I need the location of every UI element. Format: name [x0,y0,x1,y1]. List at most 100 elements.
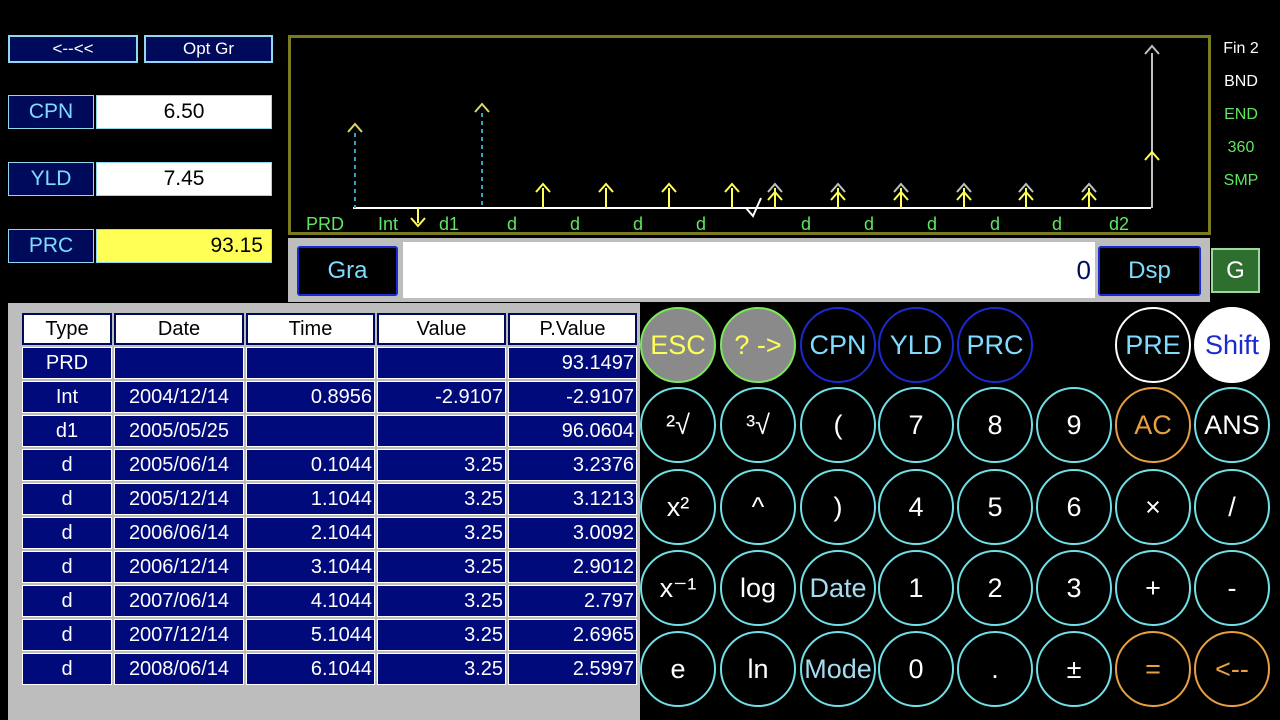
key-shift[interactable]: Shift [1194,307,1270,383]
cell-date: 2006/06/14 [114,517,244,549]
g-button[interactable]: G [1211,248,1260,293]
key-0[interactable]: 0 [878,631,954,707]
status-end: END [1224,106,1258,123]
key-ans[interactable]: ANS [1194,387,1270,463]
cashflow-graph-canvas: PRD Int d1 d d d d d d d d d d2 [306,44,1160,232]
col-value-header: Value [377,313,506,345]
table-row[interactable]: PRD 93.1497 [22,347,637,379]
cell-pvalue: 3.0092 [508,517,637,549]
prd-flow-arrow-head [347,122,363,133]
yld-field[interactable]: 7.45 [96,162,272,196]
key-prc[interactable]: PRC [957,307,1033,383]
cell-type: Int [22,381,112,413]
key-ln[interactable]: ln [720,631,796,707]
graph-label: d [1052,214,1062,232]
key-6[interactable]: 6 [1036,469,1112,545]
key-4[interactable]: 4 [878,469,954,545]
table-row[interactable]: d1 2005/05/25 96.0604 [22,415,637,447]
graph-label: d1 [439,214,459,232]
key-2root[interactable]: ²√ [640,387,716,463]
table-row[interactable]: d 2006/06/14 2.1044 3.25 3.0092 [22,517,637,549]
cell-value: -2.9107 [377,381,506,413]
status-bond: BND [1224,73,1258,90]
key-minus[interactable]: - [1194,550,1270,626]
key-dot[interactable]: . [957,631,1033,707]
cell-pvalue: 2.6965 [508,619,637,651]
graph-label: PRD [306,214,344,232]
key-ac[interactable]: AC [1115,387,1191,463]
table-row[interactable]: Int 2004/12/14 0.8956 -2.9107 -2.9107 [22,381,637,413]
key-2[interactable]: 2 [957,550,1033,626]
key-divide[interactable]: / [1194,469,1270,545]
key-esc[interactable]: ESC [640,307,716,383]
table-row[interactable]: d 2006/12/14 3.1044 3.25 2.9012 [22,551,637,583]
cell-pvalue: 3.1213 [508,483,637,515]
cell-time: 4.1044 [246,585,375,617]
dsp-button[interactable]: Dsp [1098,246,1201,296]
key-1[interactable]: 1 [878,550,954,626]
key-yld[interactable]: YLD [878,307,954,383]
key-5[interactable]: 5 [957,469,1033,545]
key-lparen[interactable]: ( [800,387,876,463]
cell-pvalue: 2.9012 [508,551,637,583]
table-row[interactable]: d 2005/06/14 0.1044 3.25 3.2376 [22,449,637,481]
cell-type: d [22,551,112,583]
key-rparen[interactable]: ) [800,469,876,545]
cell-date: 2005/06/14 [114,449,244,481]
cell-pvalue: 2.797 [508,585,637,617]
cell-time: 6.1044 [246,653,375,685]
table-row[interactable]: d 2007/12/14 5.1044 3.25 2.6965 [22,619,637,651]
key-pre[interactable]: PRE [1115,307,1191,383]
cell-type: d1 [22,415,112,447]
key-backspace[interactable]: <-- [1194,631,1270,707]
key-plus[interactable]: + [1115,550,1191,626]
cell-value: 3.25 [377,449,506,481]
key-plusminus[interactable]: ± [1036,631,1112,707]
cell-time: 2.1044 [246,517,375,549]
yld-label: YLD [8,162,94,196]
cell-date: 2007/06/14 [114,585,244,617]
table-row[interactable]: d 2008/06/14 6.1044 3.25 2.5997 [22,653,637,685]
key-8[interactable]: 8 [957,387,1033,463]
key-3root[interactable]: ³√ [720,387,796,463]
graph-label: d [696,214,706,232]
table-row[interactable]: d 2007/06/14 4.1044 3.25 2.797 [22,585,637,617]
cell-value: 3.25 [377,517,506,549]
cell-time: 3.1044 [246,551,375,583]
key-equals[interactable]: = [1115,631,1191,707]
cell-time: 5.1044 [246,619,375,651]
graph-button[interactable]: Gra [297,246,398,296]
key-3[interactable]: 3 [1036,550,1112,626]
key-mode[interactable]: Mode [800,631,876,707]
key-e[interactable]: e [640,631,716,707]
cell-type: d [22,449,112,481]
status-mode: Fin 2 [1223,40,1259,57]
cell-date: 2005/05/25 [114,415,244,447]
status-interest: SMP [1223,172,1259,189]
cell-time [246,347,375,379]
graph-label: d [927,214,937,232]
key-cpn[interactable]: CPN [800,307,876,383]
cell-value: 3.25 [377,653,506,685]
col-date-header: Date [114,313,244,345]
key-9[interactable]: 9 [1036,387,1112,463]
key-x2[interactable]: x² [640,469,716,545]
opt-graph-button[interactable]: Opt Gr [144,35,273,63]
graph-label: d [801,214,811,232]
prc-field[interactable]: 93.15 [96,229,272,263]
cpn-field[interactable]: 6.50 [96,95,272,129]
cell-value: 3.25 [377,483,506,515]
cashflow-table: Type Date Time Value P.Value PRD 93.1497 I… [20,311,639,687]
back-button[interactable]: <--<< [8,35,138,63]
key-pow[interactable]: ^ [720,469,796,545]
key-xinv[interactable]: x⁻¹ [640,550,716,626]
table-row[interactable]: d 2005/12/14 1.1044 3.25 3.1213 [22,483,637,515]
cell-type: d [22,619,112,651]
key-log[interactable]: log [720,550,796,626]
key-7[interactable]: 7 [878,387,954,463]
key-q-to[interactable]: ? -> [720,307,796,383]
redemption-flow-arrow-head [1144,44,1160,55]
cell-type: d [22,483,112,515]
key-date[interactable]: Date [800,550,876,626]
key-times[interactable]: × [1115,469,1191,545]
